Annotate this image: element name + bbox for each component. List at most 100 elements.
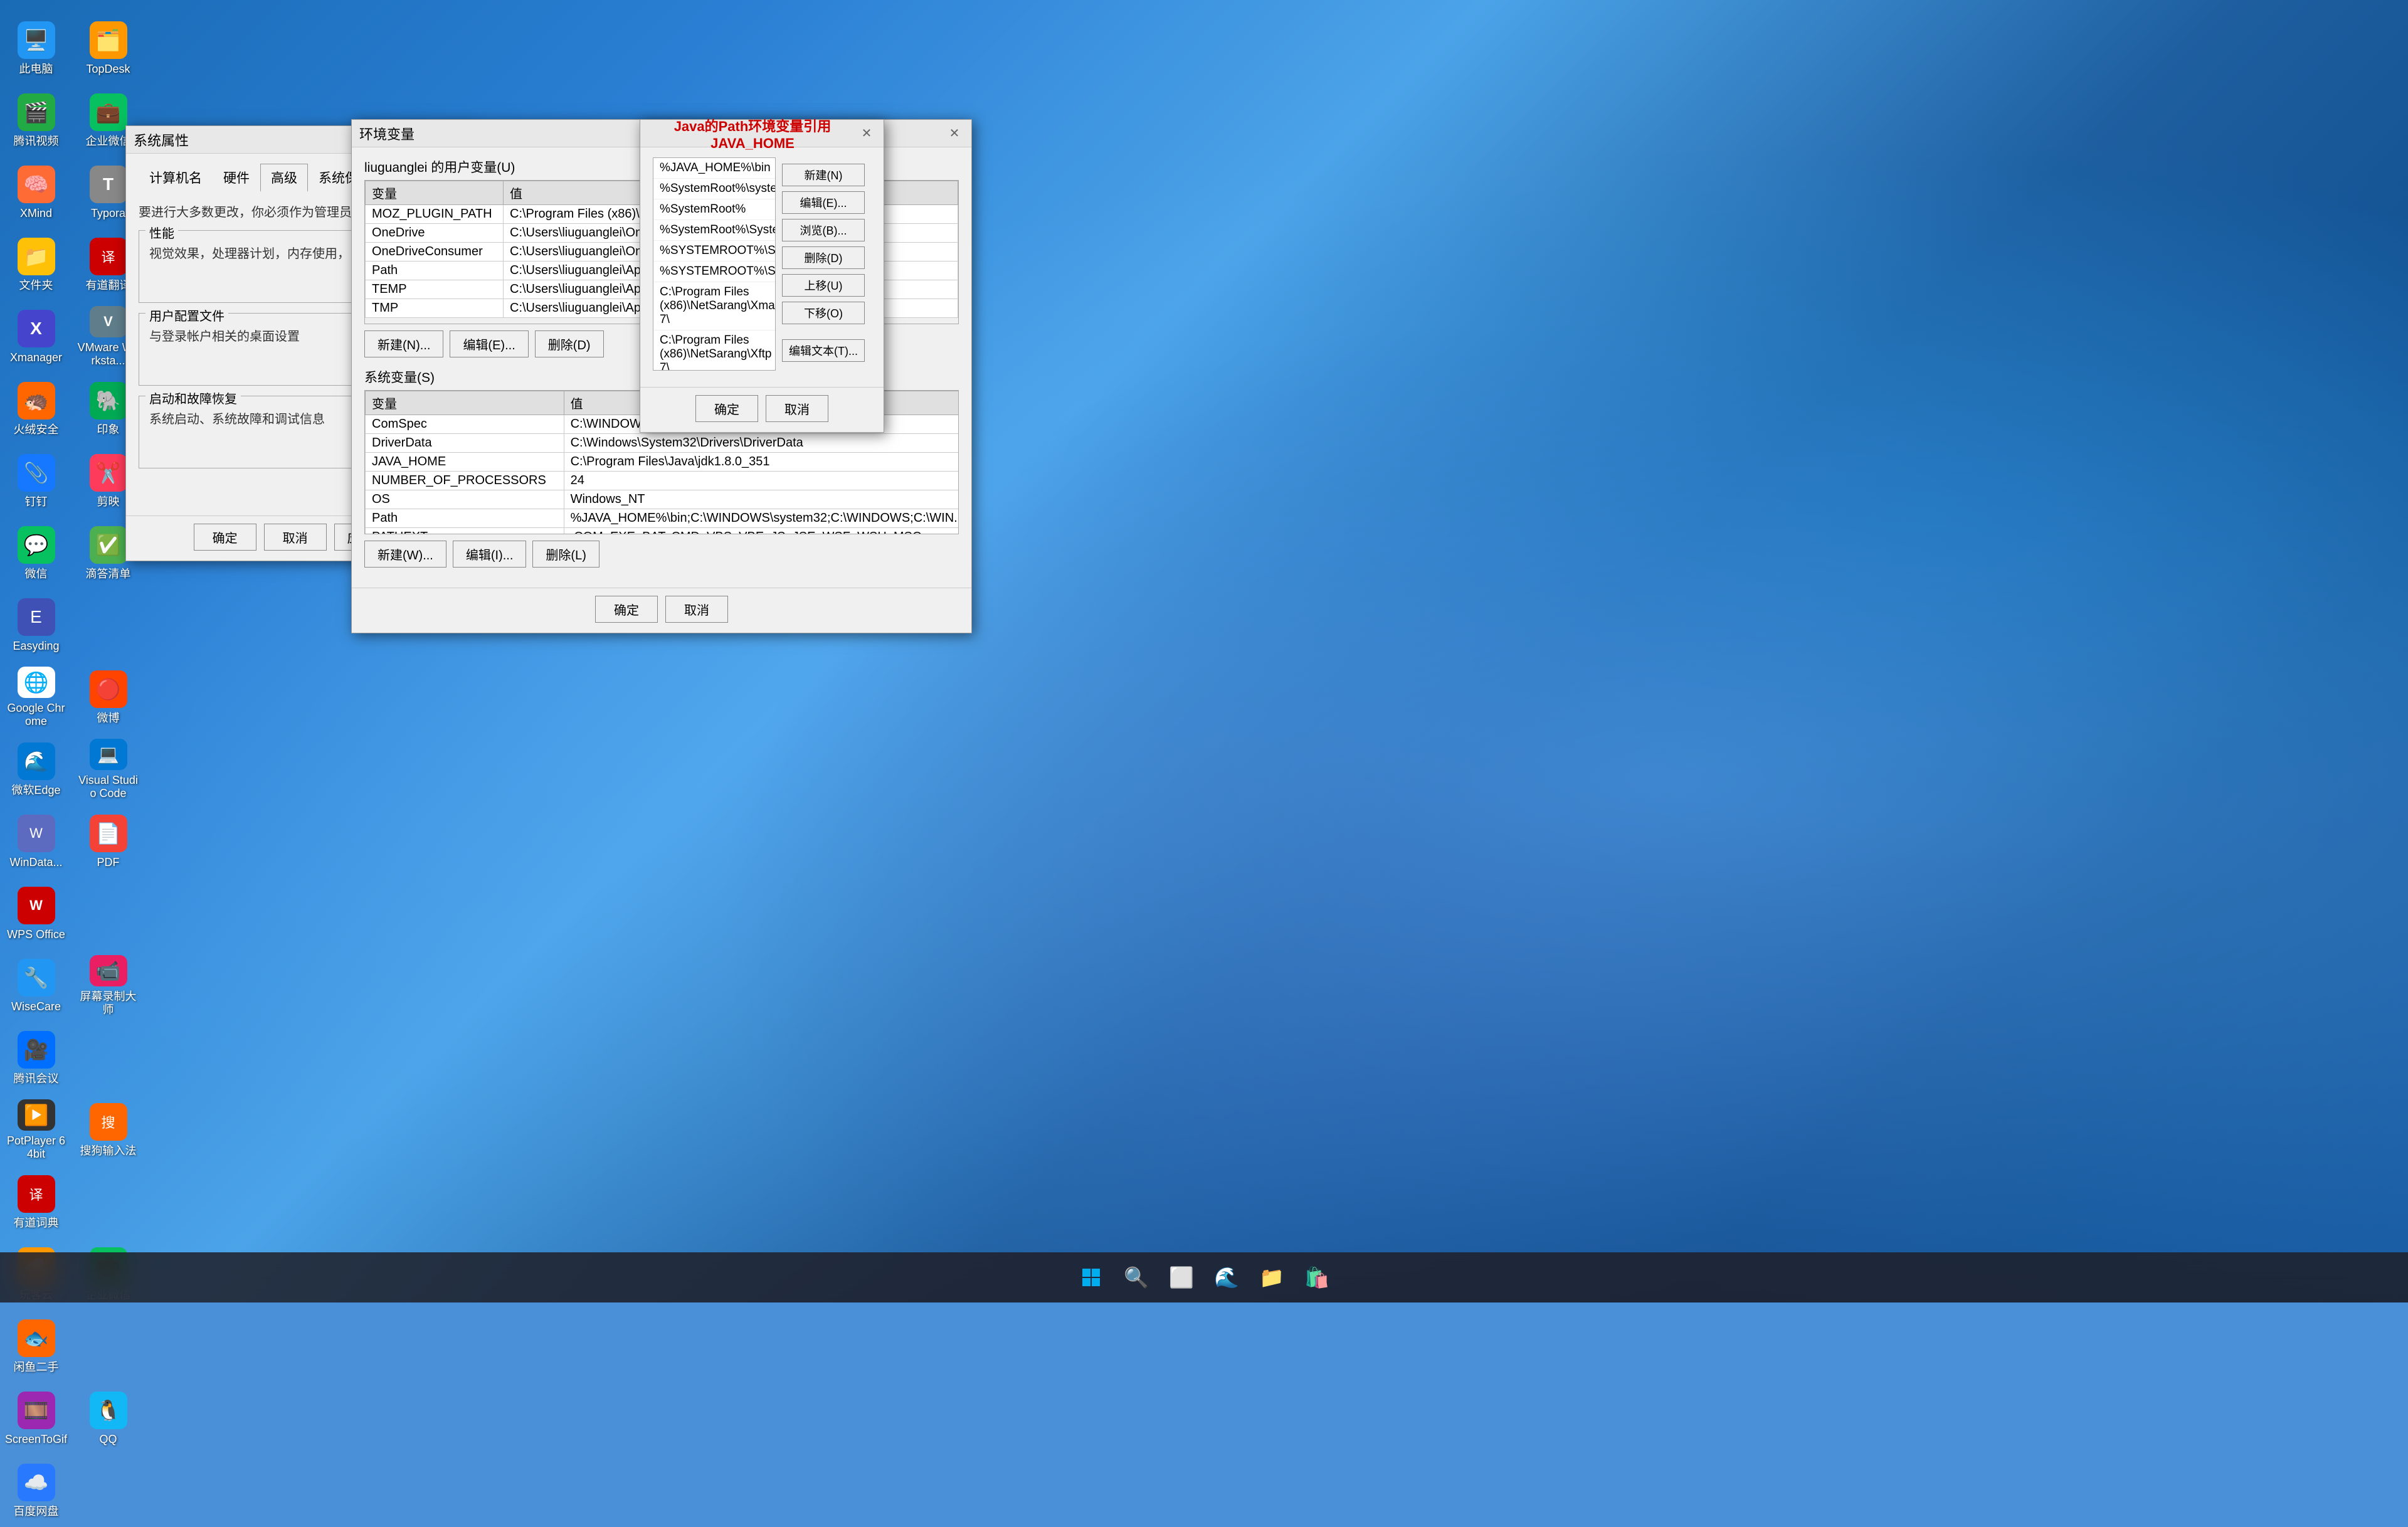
desktop-icon-pdf[interactable]: 📄 PDF (72, 806, 144, 878)
desktop-icon-dingtalk[interactable]: 📎 钉钉 (0, 445, 72, 517)
sys-vars-new-button[interactable]: 新建(W)... (364, 541, 446, 568)
desktop-icon-huorong[interactable]: 🦔 火绒安全 (0, 373, 72, 445)
tab-hardware[interactable]: 硬件 (213, 164, 260, 192)
taskbar-search-button[interactable]: 🔍 (1116, 1257, 1156, 1297)
list-item[interactable]: C:\Program Files (x86)\NetSarang\Xftp 7\ (653, 330, 775, 371)
desktop-icon-qq[interactable]: 🐧 QQ (72, 1383, 144, 1455)
edit-env-content: %JAVA_HOME%\bin%SystemRoot%\system32%Sys… (640, 147, 884, 387)
desktop-icon-vscode[interactable]: 💻 Visual Studio Code (72, 734, 144, 806)
pdf-label: PDF (97, 856, 120, 870)
user-vars-delete-button[interactable]: 删除(D) (535, 330, 604, 357)
tencent-video-label: 腾讯视频 (14, 135, 59, 149)
desktop-icon-screen-recorder[interactable]: 📹 屏幕录制大师 (72, 950, 144, 1022)
desktop-icon-tencent-video[interactable]: 🎬 腾讯视频 (0, 85, 72, 157)
list-item[interactable]: %SYSTEMROOT%\System32\WindowsPowerShell\… (653, 241, 775, 262)
edit-env-edit-button[interactable]: 编辑(E)... (782, 191, 865, 214)
pdf-icon: 📄 (90, 815, 127, 852)
desktop-icon-wechat[interactable]: 💬 微信 (0, 517, 72, 589)
desktop-icon-chrome[interactable]: 🌐 Google Chrome (0, 662, 72, 734)
edit-env-new-button[interactable]: 新建(N) (782, 164, 865, 186)
env-list-container[interactable]: %JAVA_HOME%\bin%SystemRoot%\system32%Sys… (653, 157, 776, 371)
tab-advanced[interactable]: 高级 (260, 164, 308, 192)
edit-env-browse-button[interactable]: 浏览(B)... (782, 219, 865, 241)
desktop-icon-screentogif[interactable]: 🎞️ ScreenToGif (0, 1383, 72, 1455)
taskbar-store-button[interactable]: 🛍️ (1297, 1257, 1337, 1297)
sys-var-cell: PATHEXT (366, 528, 564, 535)
list-item[interactable]: %SYSTEMROOT%\System32\OpenSSH\ (653, 262, 775, 282)
sys-vars-edit-button[interactable]: 编辑(I)... (453, 541, 527, 568)
icon-row-8: 💬 微信 ✅ 滴答清单 (0, 517, 144, 589)
sys-val-cell: 24 (564, 472, 959, 490)
xianyu-icon: 🐟 (18, 1319, 55, 1357)
user-var-cell: Path (366, 262, 504, 280)
desktop-icon-wisecare[interactable]: 🔧 WiseCare (0, 950, 72, 1022)
edit-env-title-note: Java的Path环境变量引用JAVA_HOME (648, 115, 857, 152)
list-item[interactable]: C:\Program Files (x86)\NetSarang\Xmanage… (653, 282, 775, 330)
table-row[interactable]: OSWindows_NT (366, 490, 959, 509)
desktop-icon-windata[interactable]: W WinData... (0, 806, 72, 878)
edit-env-delete-button[interactable]: 删除(D) (782, 246, 865, 269)
desktop-icon-sougou[interactable]: 搜 搜狗输入法 (72, 1094, 144, 1166)
user-vars-edit-button[interactable]: 编辑(E)... (450, 330, 528, 357)
edit-env-up-button[interactable]: 上移(U) (782, 274, 865, 297)
folder-icon: 📁 (18, 238, 55, 275)
desktop-icon-weibo[interactable]: 🔴 微博 (72, 662, 144, 734)
user-vars-new-button[interactable]: 新建(N)... (364, 330, 443, 357)
sougou-icon: 搜 (90, 1103, 127, 1141)
taskbar-edge-button[interactable]: 🌊 (1207, 1257, 1247, 1297)
desktop-icon-youdao-dict[interactable]: 译 有道词典 (0, 1166, 72, 1239)
wechat-label: 微信 (25, 568, 48, 581)
edit-env-close-button[interactable]: ✕ (857, 124, 876, 143)
desktop-icon-edge[interactable]: 🌊 微软Edge (0, 734, 72, 806)
desktop-icon-folder[interactable]: 📁 文件夹 (0, 229, 72, 301)
desktop-icon-easyding[interactable]: E Easyding (0, 589, 72, 662)
sys-props-cancel-button[interactable]: 取消 (264, 524, 327, 551)
edit-env-cancel-button[interactable]: 取消 (766, 395, 828, 422)
table-row[interactable]: DriverDataC:\Windows\System32\Drivers\Dr… (366, 434, 959, 453)
desktop-icon-potplayer[interactable]: ▶️ PotPlayer 64bit (0, 1094, 72, 1166)
desktop-icon-tencent-meeting[interactable]: 🎥 腾讯会议 (0, 1022, 72, 1094)
icon-row-9: E Easyding (0, 589, 144, 662)
desktop-icon-topdesk[interactable]: 🗂️ TopDesk (72, 13, 144, 85)
list-item[interactable]: %SystemRoot% (653, 199, 775, 220)
desktop-icon-baidu-pan[interactable]: ☁️ 百度网盘 (0, 1455, 72, 1527)
tab-computer-name[interactable]: 计算机名 (139, 164, 213, 192)
env-vars-footer: 确定 取消 (352, 588, 971, 633)
tencent-meeting-label: 腾讯会议 (14, 1072, 59, 1086)
huorong-icon: 🦔 (18, 382, 55, 420)
icon-row-1: 🖥️ 此电脑 🗂️ TopDesk (0, 13, 144, 85)
table-row[interactable]: Path%JAVA_HOME%\bin;C:\WINDOWS\system32;… (366, 509, 959, 528)
table-row[interactable]: PATHEXT.COM;.EXE;.BAT;.CMD;.VBS;.VBE;.JS… (366, 528, 959, 535)
desktop-icon-xianyu[interactable]: 🐟 闲鱼二手 (0, 1311, 72, 1383)
weibo-label: 微博 (97, 712, 120, 726)
desktop-icon-wps[interactable]: W WPS Office (0, 878, 72, 950)
list-item[interactable]: %SystemRoot%\System32\Wbem (653, 220, 775, 241)
taskbar-taskview-button[interactable]: ⬜ (1161, 1257, 1201, 1297)
user-var-cell: TEMP (366, 280, 504, 299)
table-row[interactable]: NUMBER_OF_PROCESSORS24 (366, 472, 959, 490)
edit-env-down-button[interactable]: 下移(O) (782, 302, 865, 324)
desktop-icon-computer[interactable]: 🖥️ 此电脑 (0, 13, 72, 85)
env-vars-close-button[interactable]: ✕ (945, 124, 964, 143)
screen-recorder-icon: 📹 (90, 955, 127, 986)
vmware-icon: V (90, 306, 127, 337)
sys-props-ok-button[interactable]: 确定 (194, 524, 256, 551)
sys-vars-delete-button[interactable]: 删除(L) (532, 541, 599, 568)
desktop-icon-xmind[interactable]: 🧠 XMind (0, 157, 72, 229)
desktop-icon-xmanager[interactable]: X Xmanager (0, 301, 72, 373)
dingtalk-label: 钉钉 (25, 495, 48, 509)
taskbar-center: 🔍 ⬜ 🌊 📁 🛍️ (1071, 1257, 1337, 1297)
user-var-col-header: 变量 (366, 181, 504, 205)
env-vars-cancel-button[interactable]: 取消 (665, 596, 728, 623)
table-row[interactable]: JAVA_HOMEC:\Program Files\Java\jdk1.8.0_… (366, 453, 959, 472)
edit-env-ok-button[interactable]: 确定 (695, 395, 758, 422)
windata-icon: W (18, 815, 55, 852)
list-item[interactable]: %SystemRoot%\system32 (653, 179, 775, 199)
edit-env-edit-text-button[interactable]: 编辑文本(T)... (782, 339, 865, 362)
taskbar-explorer-button[interactable]: 📁 (1252, 1257, 1292, 1297)
list-item[interactable]: %JAVA_HOME%\bin (653, 158, 775, 179)
taskbar-start-button[interactable] (1071, 1257, 1111, 1297)
jianying-label: 剪映 (97, 495, 120, 509)
wechat-icon: 💬 (18, 526, 55, 564)
env-vars-ok-button[interactable]: 确定 (595, 596, 658, 623)
